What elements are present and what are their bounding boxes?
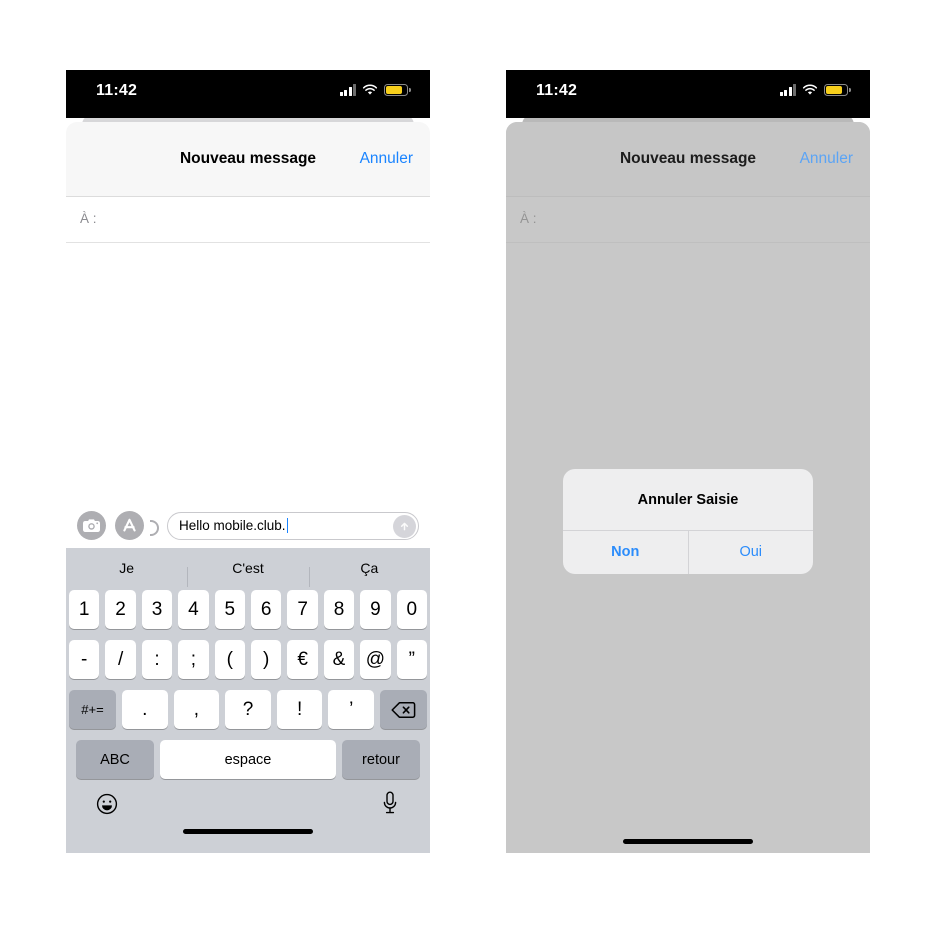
phone-right-alert: 11:42 Nouveau message Annuler À : Annule… xyxy=(506,70,870,853)
keyboard-row-symbols: - / : ; ( ) € & @ ” xyxy=(66,640,430,679)
key-abc-toggle[interactable]: ABC xyxy=(76,740,154,779)
chevron-right-icon[interactable] xyxy=(150,519,159,536)
key-question[interactable]: ? xyxy=(225,690,271,729)
key-hyphen[interactable]: - xyxy=(68,640,100,679)
status-icons xyxy=(779,84,851,96)
phone-left-compose: 11:42 Nouveau message Annuler À : Hello … xyxy=(66,70,430,853)
nav-bar: Nouveau message Annuler xyxy=(506,122,870,197)
emoji-smiley-icon[interactable] xyxy=(96,793,118,815)
key-6[interactable]: 6 xyxy=(251,590,282,629)
key-apostrophe[interactable]: ’ xyxy=(328,690,374,729)
keyboard: Je C'est Ça 1 2 3 4 5 6 7 8 9 0 - /: ; … xyxy=(66,548,430,853)
key-2[interactable]: 2 xyxy=(105,590,136,629)
key-colon[interactable]: : xyxy=(141,640,173,679)
cellular-signal-icon xyxy=(339,84,356,96)
cellular-signal-icon xyxy=(779,84,796,96)
key-paren-open[interactable]: ( xyxy=(214,640,245,679)
status-icons xyxy=(339,84,411,96)
battery-icon xyxy=(384,84,411,96)
alert-title: Annuler Saisie xyxy=(563,469,813,531)
key-comma[interactable]: , xyxy=(173,690,220,729)
key-7[interactable]: 7 xyxy=(287,590,318,629)
key-euro[interactable]: € xyxy=(287,640,318,679)
key-return[interactable]: retour xyxy=(342,740,420,779)
recipient-label: À : xyxy=(520,211,537,226)
home-indicator[interactable] xyxy=(623,839,753,844)
predictive-suggestions: Je C'est Ça xyxy=(66,548,430,587)
nav-bar: Nouveau message Annuler xyxy=(66,122,430,197)
key-period[interactable]: . xyxy=(122,690,168,729)
key-at[interactable]: @ xyxy=(360,640,391,679)
compose-sheet: Nouveau message Annuler À : Hello mobile… xyxy=(66,122,430,853)
key-5[interactable]: 5 xyxy=(214,590,245,629)
home-indicator[interactable] xyxy=(183,829,313,834)
microphone-icon[interactable] xyxy=(382,791,398,817)
keyboard-row-bottom: ABC espace retour xyxy=(66,740,430,779)
key-9[interactable]: 9 xyxy=(360,590,391,629)
app-store-icon[interactable] xyxy=(115,511,144,540)
key-3[interactable]: 3 xyxy=(141,590,173,629)
recipient-field[interactable]: À : xyxy=(66,197,430,243)
key-8[interactable]: 8 xyxy=(323,590,355,629)
backspace-icon[interactable] xyxy=(379,690,427,729)
alert-actions: Non Oui xyxy=(563,531,813,574)
keyboard-row-numbers: 1 2 3 4 5 6 7 8 9 0 xyxy=(66,590,430,629)
suggestion-1[interactable]: C'est xyxy=(187,560,308,587)
camera-icon[interactable] xyxy=(77,511,106,540)
key-0[interactable]: 0 xyxy=(396,590,428,629)
key-paren-close[interactable]: ) xyxy=(251,640,282,679)
compose-bar: Hello mobile.club. xyxy=(66,503,430,548)
key-quote-double[interactable]: ” xyxy=(396,640,428,679)
key-semicolon[interactable]: ; xyxy=(178,640,209,679)
key-4[interactable]: 4 xyxy=(178,590,209,629)
wifi-icon xyxy=(802,84,818,95)
status-time: 11:42 xyxy=(536,82,578,99)
key-slash[interactable]: / xyxy=(105,640,136,679)
recipient-label: À : xyxy=(80,211,97,226)
key-space[interactable]: espace xyxy=(160,740,336,779)
battery-icon xyxy=(824,84,851,96)
alert-button-oui[interactable]: Oui xyxy=(687,531,814,574)
alert-button-non[interactable]: Non xyxy=(563,531,688,574)
cancel-button[interactable]: Annuler xyxy=(360,150,413,168)
suggestion-0[interactable]: Je xyxy=(66,560,187,576)
recipient-field[interactable]: À : xyxy=(506,197,870,243)
wifi-icon xyxy=(362,84,378,95)
keyboard-bottom-bar xyxy=(66,779,430,843)
keyboard-row-punctuation: #+= . , ? ! ’ xyxy=(66,690,430,729)
key-1[interactable]: 1 xyxy=(68,590,100,629)
send-arrow-up-icon[interactable] xyxy=(393,514,416,538)
key-exclamation[interactable]: ! xyxy=(276,690,323,729)
message-input-value: Hello mobile.club. xyxy=(179,518,286,533)
status-bar: 11:42 xyxy=(66,70,430,118)
status-time: 11:42 xyxy=(96,82,138,99)
key-ampersand[interactable]: & xyxy=(323,640,355,679)
screenshot-stage: 11:42 Nouveau message Annuler À : Hello … xyxy=(0,0,952,928)
compose-sheet: Nouveau message Annuler À : Annuler Sais… xyxy=(506,122,870,853)
status-bar: 11:42 xyxy=(506,70,870,118)
cancel-button[interactable]: Annuler xyxy=(800,150,853,168)
message-input[interactable]: Hello mobile.club. xyxy=(167,511,419,540)
suggestion-2[interactable]: Ça xyxy=(308,560,430,587)
key-symbols-toggle[interactable]: #+= xyxy=(69,690,117,729)
alert-dialog: Annuler Saisie Non Oui xyxy=(563,469,813,574)
text-cursor xyxy=(286,518,289,533)
